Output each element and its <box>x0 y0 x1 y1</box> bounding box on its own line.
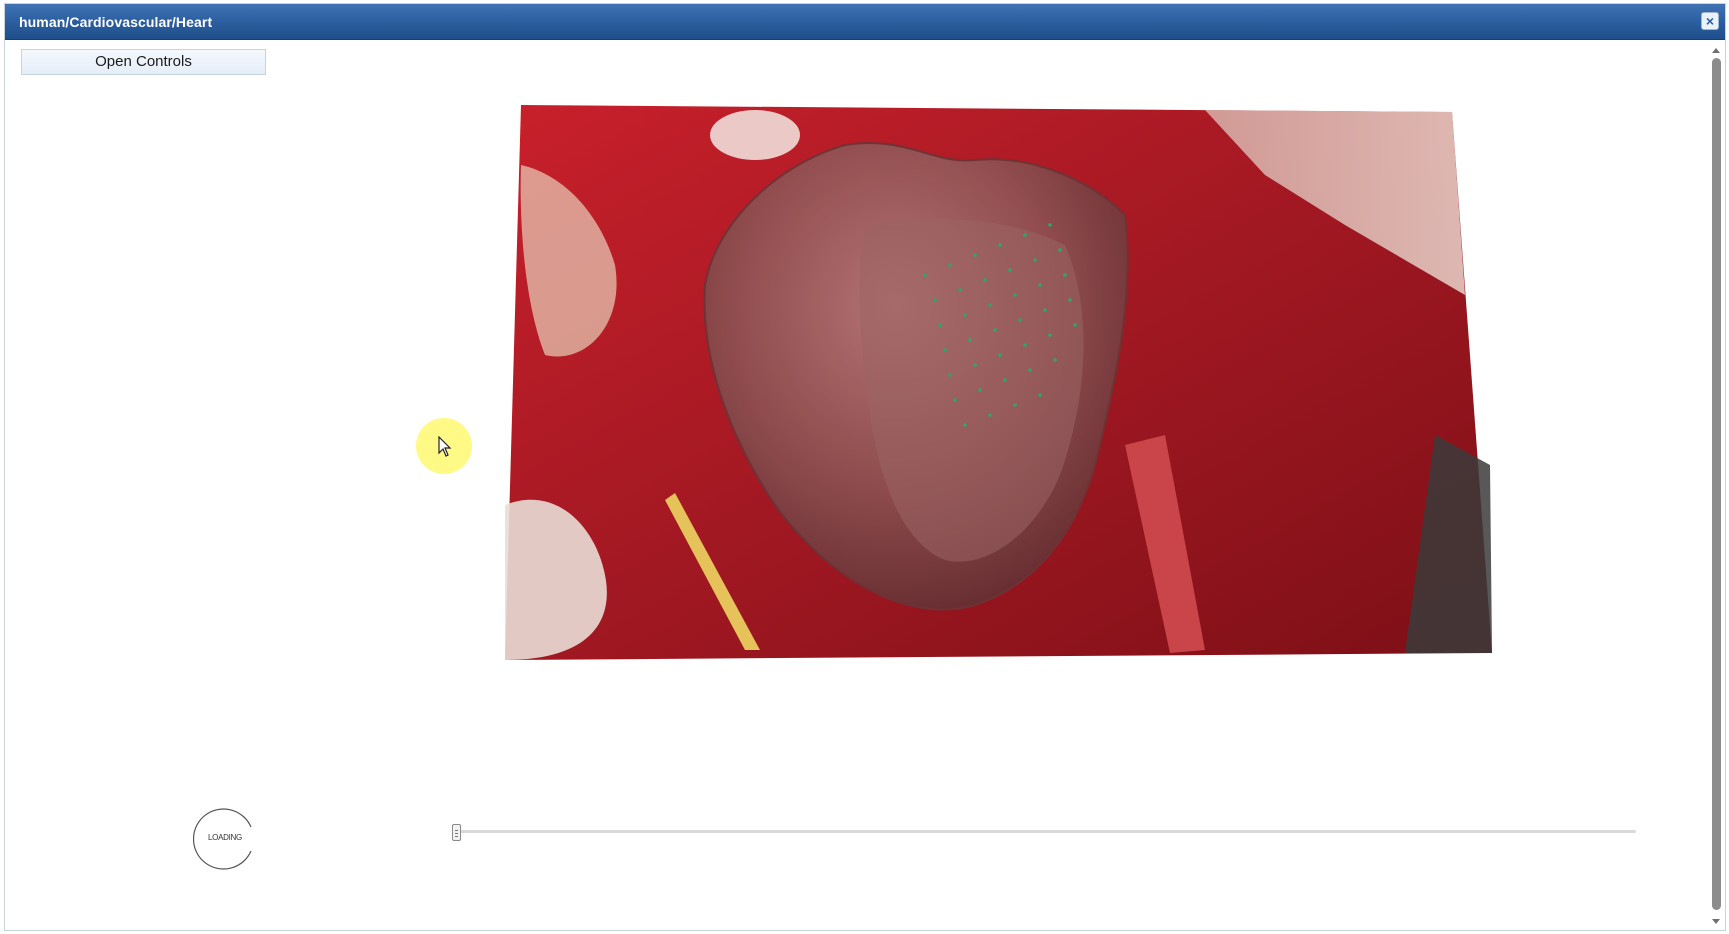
timeline-track[interactable] <box>452 830 1636 833</box>
loading-indicator: LOADING <box>192 807 257 871</box>
timeline-handle[interactable] <box>452 824 461 841</box>
mouse-pointer-icon <box>438 436 452 457</box>
tissue-highlight <box>710 110 800 160</box>
open-controls-button[interactable]: Open Controls <box>21 49 266 75</box>
viewer-window: human/Cardiovascular/Heart × Open Contro… <box>4 3 1726 931</box>
window-titlebar[interactable]: human/Cardiovascular/Heart × <box>5 4 1725 40</box>
scroll-up-icon[interactable] <box>1712 48 1720 53</box>
viewer-content: Open Controls LOADING <box>5 40 1695 930</box>
heart-video-frame[interactable] <box>505 105 1510 665</box>
scroll-down-icon[interactable] <box>1712 919 1720 924</box>
window-title: human/Cardiovascular/Heart <box>19 14 213 30</box>
vertical-scrollbar[interactable] <box>1708 40 1725 930</box>
scroll-thumb[interactable] <box>1712 58 1721 910</box>
close-icon[interactable]: × <box>1701 12 1719 30</box>
timeline-slider[interactable] <box>452 824 1636 841</box>
loading-label: LOADING <box>208 833 242 842</box>
